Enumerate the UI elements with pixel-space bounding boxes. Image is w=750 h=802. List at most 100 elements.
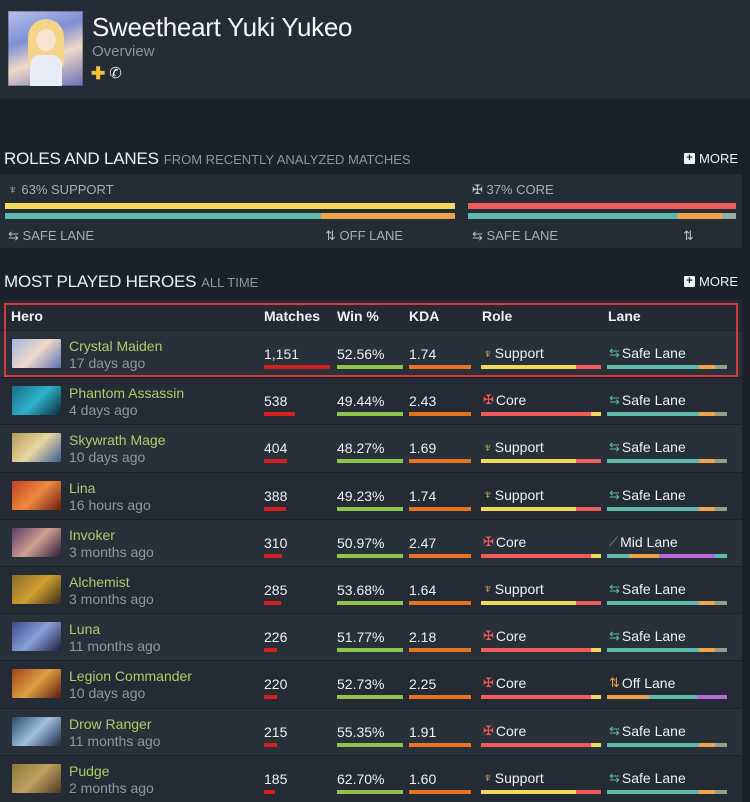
hero-portrait[interactable] — [12, 669, 61, 699]
role-bar — [481, 553, 601, 558]
off-lane-icon: ⇅ — [683, 228, 694, 243]
winrate-bar — [337, 412, 403, 417]
hero-portrait[interactable] — [12, 433, 61, 463]
safe-lane-icon: ⇆ — [609, 580, 620, 596]
table-row[interactable]: Alchemist 3 months ago 285 53.68% 1.64 ♆… — [0, 565, 742, 614]
hero-name[interactable]: Luna — [69, 621, 100, 637]
lane-label: Mid Lane — [620, 533, 678, 550]
matches-bar — [264, 553, 282, 558]
hero-name[interactable]: Crystal Maiden — [69, 338, 162, 354]
role-bar — [481, 648, 601, 653]
hero-name[interactable]: Drow Ranger — [69, 716, 151, 732]
winrate-value: 50.97% — [337, 534, 385, 551]
role-tag: ✠ Core — [483, 628, 526, 644]
table-row[interactable]: Skywrath Mage 10 days ago 404 48.27% 1.6… — [0, 424, 742, 472]
role-label: Core — [495, 392, 527, 409]
lane-tag: ⇆ Safe Lane — [609, 723, 686, 739]
kda-bar — [409, 412, 471, 417]
role-tag: ♆ Support — [483, 439, 544, 455]
roles-panel: ♆ 63% SUPPORT ⇆ SAFE LANE ⇅ OFF LANE ✠ 3… — [0, 174, 742, 248]
lane-bar — [607, 648, 727, 653]
role-bar — [481, 742, 601, 747]
core-icon: ✠ — [483, 675, 494, 691]
profile-header: Sweetheart Yuki Yukeo Overview ✚ ✆ — [0, 0, 750, 99]
roles-section-header: ROLES AND LANES FROM RECENTLY ANALYZED M… — [4, 149, 746, 171]
hero-portrait[interactable] — [12, 386, 61, 416]
hero-portrait[interactable] — [12, 527, 61, 557]
table-row[interactable]: Luna 11 months ago 226 51.77% 2.18 ✠ Core… — [0, 613, 742, 661]
hero-name[interactable]: Lina — [69, 480, 95, 496]
table-header: Hero Matches Win % KDA Role Lane — [0, 300, 742, 330]
col-kda[interactable]: KDA — [409, 308, 439, 324]
role-bar — [481, 459, 601, 464]
hero-portrait[interactable] — [12, 480, 61, 510]
hero-portrait[interactable] — [12, 763, 61, 793]
col-matches[interactable]: Matches — [264, 308, 320, 324]
plus-icon[interactable]: ✚ — [91, 65, 105, 82]
winrate-bar — [337, 459, 403, 464]
kda-value: 1.91 — [409, 723, 437, 740]
lane-bar — [607, 742, 727, 747]
hero-portrait[interactable] — [12, 339, 61, 368]
lane-label: Safe Lane — [621, 486, 686, 503]
table-row[interactable]: Phantom Assassin 4 days ago 538 49.44% 2… — [0, 377, 742, 425]
table-row[interactable]: Lina 16 hours ago 388 49.23% 1.74 ♆ Suppo… — [0, 471, 742, 519]
lane-tag: ⇆ Safe Lane — [609, 581, 686, 597]
table-row[interactable]: Legion Commander 10 days ago 220 52.73% … — [0, 660, 742, 708]
roles-title: ROLES AND LANES — [4, 149, 159, 168]
phone-icon[interactable]: ✆ — [109, 66, 122, 82]
role-label: Support — [494, 345, 544, 361]
hero-portrait[interactable] — [12, 622, 61, 652]
col-lane[interactable]: Lane — [608, 308, 641, 324]
matches-bar — [264, 459, 287, 464]
winrate-value: 49.44% — [337, 393, 385, 410]
winrate-bar — [337, 695, 403, 700]
hero-name[interactable]: Alchemist — [69, 574, 130, 590]
kda-value: 2.18 — [409, 629, 437, 646]
col-role[interactable]: Role — [482, 308, 512, 324]
hero-portrait[interactable] — [12, 716, 61, 746]
support-icon: ♆ — [483, 770, 493, 786]
support-icon: ♆ — [483, 487, 493, 503]
plus-box-icon: + — [684, 276, 695, 287]
support-lane-bar — [5, 213, 455, 219]
table-row[interactable]: Invoker 3 months ago 310 50.97% 2.47 ✠ Co… — [0, 518, 742, 566]
role-bar — [481, 695, 601, 700]
lane-bar — [607, 459, 727, 464]
player-avatar[interactable] — [8, 11, 83, 86]
heroes-more-button[interactable]: + MORE — [684, 274, 738, 289]
table-row[interactable]: Drow Ranger 11 months ago 215 55.35% 1.9… — [0, 707, 742, 755]
hero-name[interactable]: Phantom Assassin — [69, 385, 184, 401]
support-icon: ♆ — [483, 439, 493, 455]
winrate-value: 52.73% — [337, 676, 385, 693]
col-winrate[interactable]: Win % — [337, 308, 379, 324]
lane-tag: ⇅ Off Lane — [609, 675, 675, 691]
table-body: Crystal Maiden 17 days ago 1,151 52.56% … — [0, 330, 742, 802]
role-tag: ✠ Core — [483, 675, 526, 691]
hero-last-played: 17 days ago — [69, 355, 146, 371]
roles-more-button[interactable]: + MORE — [684, 151, 738, 166]
table-row[interactable]: Pudge 2 months ago 185 62.70% 1.60 ♆ Supp… — [0, 754, 742, 802]
hero-last-played: 3 months ago — [69, 590, 154, 607]
hero-last-played: 3 months ago — [69, 543, 154, 560]
core-lane-bar — [468, 213, 736, 219]
matches-value: 215 — [264, 723, 288, 740]
hero-name[interactable]: Skywrath Mage — [69, 432, 165, 448]
lane-label: Safe Lane — [621, 439, 686, 456]
hero-portrait[interactable] — [12, 574, 61, 604]
lane-bar — [607, 553, 727, 558]
hero-name[interactable]: Pudge — [69, 763, 109, 779]
table-row[interactable]: Crystal Maiden 17 days ago 1,151 52.56% … — [0, 330, 742, 378]
player-name: Sweetheart Yuki Yukeo — [92, 12, 353, 42]
hero-name[interactable]: Invoker — [69, 527, 115, 543]
core-icon: ✠ — [483, 722, 494, 738]
support-icon: ♆ — [483, 581, 493, 597]
matches-bar — [264, 648, 277, 653]
col-hero[interactable]: Hero — [11, 308, 43, 324]
lane-label: Safe Lane — [621, 345, 686, 361]
off-lane-icon: ⇅ — [325, 228, 336, 243]
matches-bar — [264, 600, 281, 605]
matches-bar — [264, 695, 277, 700]
hero-name[interactable]: Legion Commander — [69, 668, 192, 684]
role-tag: ✠ Core — [483, 534, 526, 550]
